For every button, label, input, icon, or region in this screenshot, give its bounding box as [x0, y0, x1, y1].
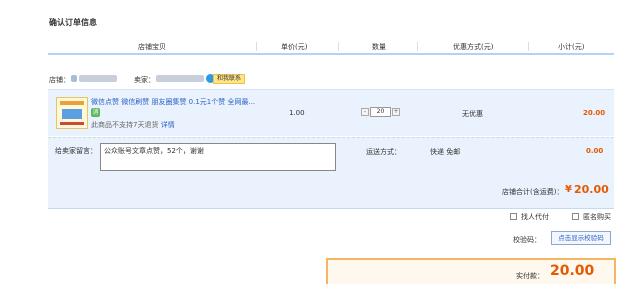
anonymous-label: 匿名购买	[583, 213, 611, 221]
payment-summary-box: 实付款： 20.00	[326, 258, 616, 284]
increase-quantity-button[interactable]: +	[392, 108, 400, 116]
show-captcha-button[interactable]: 点击显示校验码	[551, 231, 611, 245]
col-divider	[256, 42, 257, 51]
captcha-label: 校验码：	[513, 236, 541, 244]
col-divider	[528, 42, 529, 51]
unit-price: 1.00	[289, 109, 305, 117]
col-subtotal: 小计(元)	[558, 43, 585, 51]
order-item-row: 微信点赞 微信刷赞 朋友圈集赞 0.1元1个赞 全网最... 消 此商品不支持7…	[48, 89, 614, 136]
shop-total-amount: 20.00	[574, 183, 609, 196]
seller-label: 卖家：	[134, 76, 155, 84]
col-divider	[338, 42, 339, 51]
shop-total-currency: ¥	[565, 184, 572, 195]
col-discount: 优惠方式(元)	[453, 43, 494, 51]
return-policy-text: 此商品不支持7天退货	[91, 121, 159, 129]
col-item: 店铺宝贝	[138, 43, 166, 51]
item-return-note: 此商品不支持7天退货 详情	[91, 120, 175, 130]
item-subtotal: 20.00	[583, 109, 606, 117]
shop-name-redacted	[71, 75, 77, 82]
pay-for-me-checkbox[interactable]	[510, 213, 517, 220]
section-title: 确认订单信息	[49, 18, 97, 27]
shop-name-redacted	[79, 75, 117, 82]
shop-total-row: 店铺合计(含运费)： ¥ 20.00	[48, 174, 614, 209]
col-quantity: 数量	[372, 43, 386, 51]
shipping-label: 运送方式：	[366, 148, 401, 156]
shipping-method: 快递 免邮	[430, 148, 461, 156]
item-title-link[interactable]: 微信点赞 微信刷赞 朋友圈集赞 0.1元1个赞 全网最...	[91, 97, 255, 107]
shop-info-row: 店铺： 卖家： 和我联系	[49, 73, 609, 85]
pay-label: 实付款：	[516, 272, 544, 280]
decrease-quantity-button[interactable]: -	[361, 108, 369, 116]
column-header: 店铺宝贝 单价(元) 数量 优惠方式(元) 小计(元)	[48, 39, 614, 55]
item-thumbnail[interactable]	[56, 97, 88, 129]
consumer-protection-icon: 消	[91, 108, 100, 117]
quantity-input[interactable]: 20	[370, 107, 391, 117]
seller-name-redacted	[156, 75, 204, 82]
details-link[interactable]: 详情	[161, 121, 175, 129]
message-to-seller-input[interactable]: 公众账号文章点赞，52个，谢谢	[100, 143, 336, 171]
col-price: 单价(元)	[281, 43, 308, 51]
shipping-fee: 0.00	[586, 147, 604, 155]
message-shipping-row: 给卖家留言： 公众账号文章点赞，52个，谢谢 运送方式： 快递 免邮 0.00	[48, 137, 614, 174]
anonymous-checkbox[interactable]	[572, 213, 579, 220]
pay-for-me-label: 找人代付	[521, 213, 549, 221]
shop-total-label: 店铺合计(含运费)：	[502, 188, 564, 196]
contact-seller-button[interactable]: 和我联系	[213, 74, 246, 84]
shop-label: 店铺：	[49, 76, 70, 84]
col-divider	[417, 42, 418, 51]
message-label: 给卖家留言：	[55, 147, 97, 155]
discount-value: 无优惠	[462, 110, 483, 118]
pay-amount: 20.00	[550, 263, 595, 279]
